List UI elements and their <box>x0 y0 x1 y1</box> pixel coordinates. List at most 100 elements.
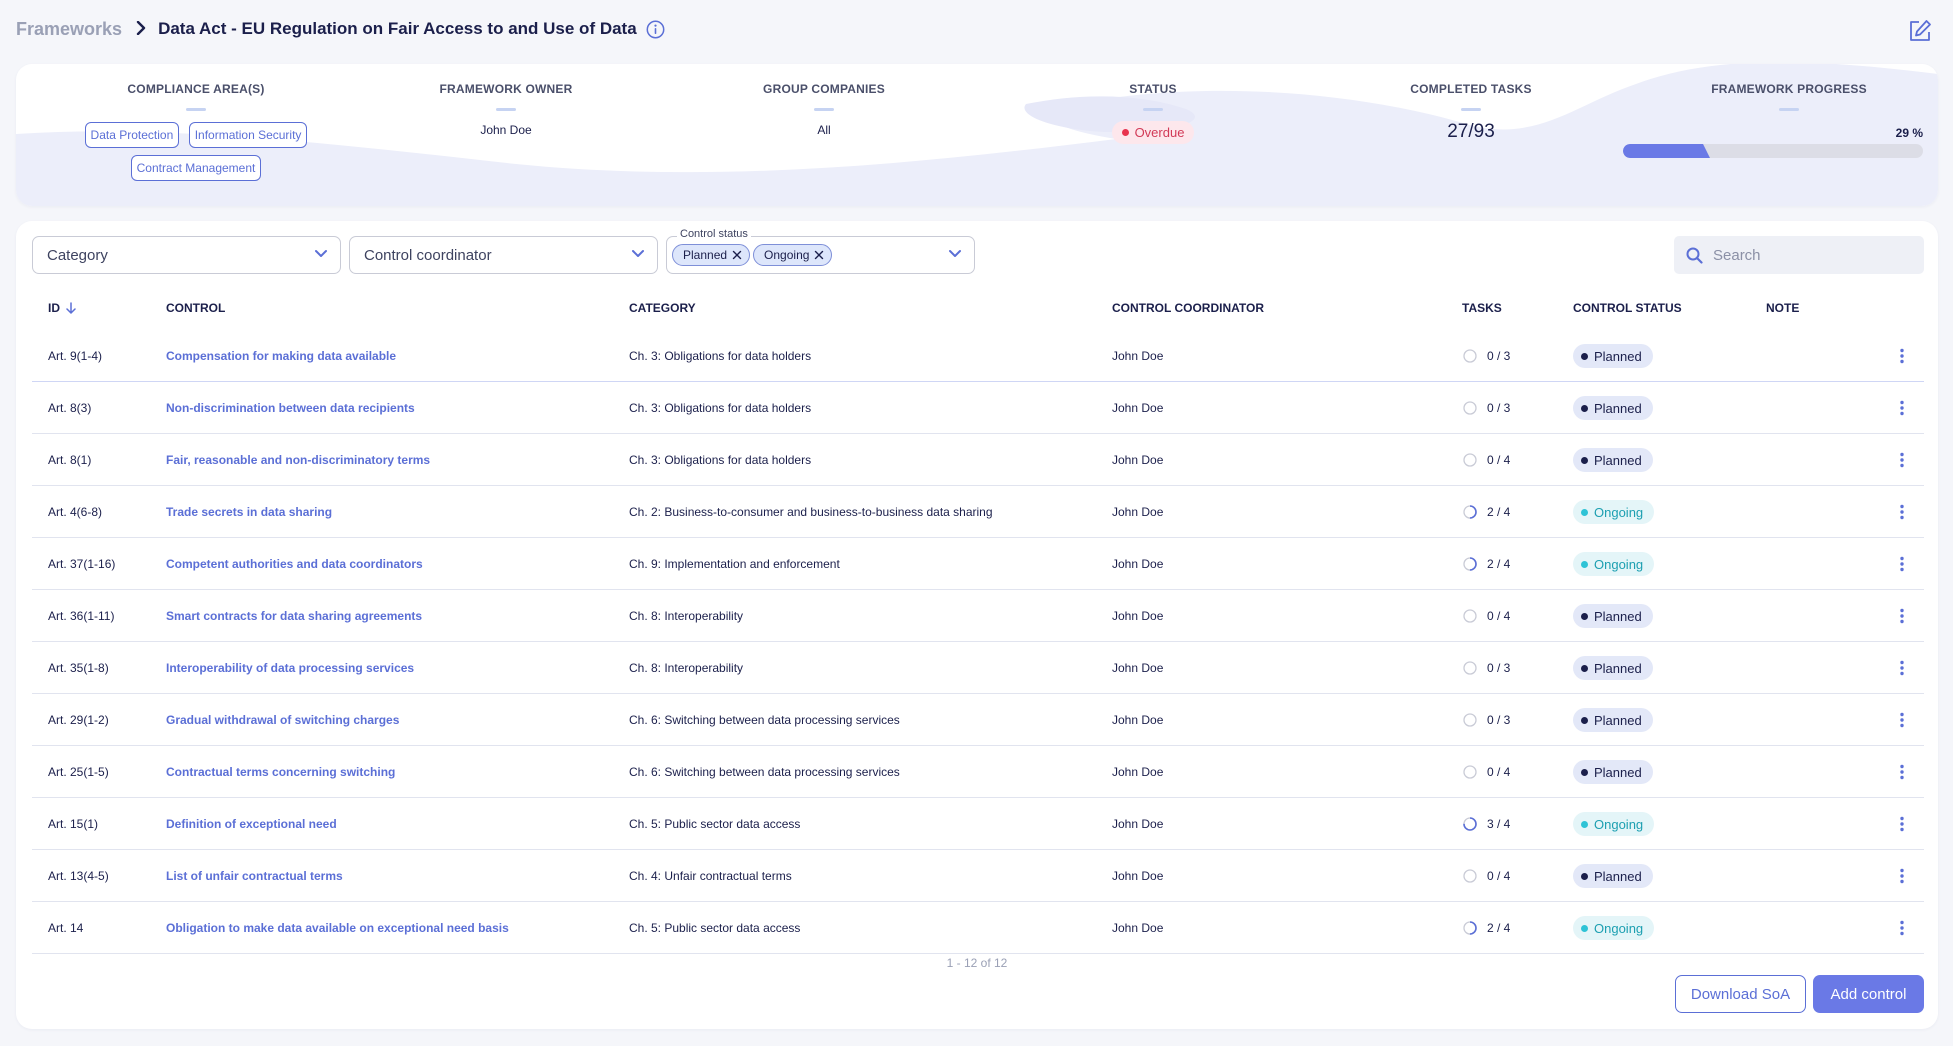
compliance-tag[interactable]: Data Protection <box>84 122 180 148</box>
control-status-filter[interactable]: Control status Planned Ongoing <box>666 228 975 274</box>
column-header-category[interactable]: CATEGORY <box>629 301 696 315</box>
status-badge: Ongoing <box>1573 552 1655 576</box>
control-coordinator: John Doe <box>1112 505 1164 519</box>
add-control-button[interactable]: Add control <box>1813 975 1924 1013</box>
control-link[interactable]: Obligation to make data available on exc… <box>166 902 509 954</box>
table-header: ID CONTROL CATEGORY CONTROL COORDINATOR … <box>32 301 1924 323</box>
more-vertical-icon[interactable] <box>1894 798 1910 850</box>
control-link[interactable]: Compensation for making data available <box>166 330 396 382</box>
control-id: Art. 8(1) <box>48 453 92 467</box>
table-row[interactable]: Art. 25(1-5) Contractual terms concerning… <box>32 746 1924 798</box>
info-icon[interactable] <box>646 20 665 39</box>
category-filter[interactable]: Category <box>32 236 341 274</box>
control-coordinator-filter[interactable]: Control coordinator <box>349 236 658 274</box>
control-coordinator: John Doe <box>1112 765 1164 779</box>
control-link[interactable]: Definition of exceptional need <box>166 798 337 850</box>
column-header-note[interactable]: NOTE <box>1766 301 1799 315</box>
status-badge: Planned <box>1573 708 1653 732</box>
column-header-status[interactable]: CONTROL STATUS <box>1573 301 1682 315</box>
column-header-control[interactable]: CONTROL <box>166 301 225 315</box>
completed-tasks: COMPLETED TASKS 27/93 <box>1371 82 1571 143</box>
more-vertical-icon[interactable] <box>1894 902 1910 954</box>
column-header-tasks[interactable]: TASKS <box>1462 301 1502 315</box>
table-row[interactable]: Art. 15(1) Definition of exceptional need… <box>32 798 1924 850</box>
compliance-tag[interactable]: Information Security <box>188 122 308 148</box>
status-dot-icon <box>1581 352 1588 360</box>
task-count: 0 / 4 <box>1487 869 1511 883</box>
control-link[interactable]: Trade secrets in data sharing <box>166 486 332 538</box>
arrow-down-icon[interactable] <box>66 302 76 314</box>
task-progress: 0 / 4 <box>1462 746 1510 798</box>
table-row[interactable]: Art. 29(1-2) Gradual withdrawal of switch… <box>32 694 1924 746</box>
close-icon[interactable] <box>732 250 742 260</box>
more-vertical-icon[interactable] <box>1894 434 1910 486</box>
control-category: Ch. 6: Switching between data processing… <box>629 765 900 779</box>
search-input[interactable] <box>1713 246 1903 264</box>
status-badge: Planned <box>1573 604 1653 628</box>
divider <box>496 108 516 111</box>
control-status: Planned <box>1573 642 1653 694</box>
control-link[interactable]: Smart contracts for data sharing agreeme… <box>166 590 422 642</box>
table-row[interactable]: Art. 8(3) Non-discrimination between data… <box>32 382 1924 434</box>
status-chip-ongoing[interactable]: Ongoing <box>753 244 833 266</box>
control-link[interactable]: Competent authorities and data coordinat… <box>166 538 423 590</box>
control-coordinator: John Doe <box>1112 609 1164 623</box>
more-vertical-icon[interactable] <box>1894 590 1910 642</box>
status-chip-planned[interactable]: Planned <box>672 244 751 266</box>
control-id: Art. 15(1) <box>48 817 99 831</box>
status-badge: Planned <box>1573 864 1653 888</box>
more-vertical-icon[interactable] <box>1894 538 1910 590</box>
task-progress-ring-icon <box>1463 557 1477 571</box>
more-vertical-icon[interactable] <box>1894 486 1910 538</box>
control-link[interactable]: Interoperability of data processing serv… <box>166 642 414 694</box>
status-dot-icon <box>1581 768 1588 776</box>
search-box[interactable] <box>1674 236 1924 274</box>
more-vertical-icon[interactable] <box>1894 642 1910 694</box>
column-header-coordinator[interactable]: CONTROL COORDINATOR <box>1112 301 1264 315</box>
group-companies-label: GROUP COMPANIES <box>763 82 885 96</box>
column-header-id[interactable]: ID <box>48 301 76 315</box>
more-vertical-icon[interactable] <box>1894 746 1910 798</box>
more-vertical-icon[interactable] <box>1894 850 1910 902</box>
control-status: Planned <box>1573 590 1653 642</box>
status-dot-icon <box>1581 612 1588 620</box>
table-row[interactable]: Art. 4(6-8) Trade secrets in data sharing… <box>32 486 1924 538</box>
task-progress: 3 / 4 <box>1462 798 1510 850</box>
control-link[interactable]: List of unfair contractual terms <box>166 850 343 902</box>
download-soa-button[interactable]: Download SoA <box>1675 975 1806 1013</box>
task-progress: 0 / 4 <box>1462 434 1510 486</box>
pagination-info: 1 - 12 of 12 <box>946 956 1008 970</box>
control-link[interactable]: Fair, reasonable and non-discriminatory … <box>166 434 430 486</box>
task-progress: 0 / 3 <box>1462 642 1510 694</box>
control-status: Planned <box>1573 694 1653 746</box>
edit-icon[interactable] <box>1907 18 1933 44</box>
status-badge-text: Planned <box>1594 452 1642 468</box>
compliance-tag[interactable]: Contract Management <box>130 155 262 181</box>
control-category: Ch. 8: Interoperability <box>629 609 744 623</box>
table-row[interactable]: Art. 13(4-5) List of unfair contractual t… <box>32 850 1924 902</box>
control-link[interactable]: Gradual withdrawal of switching charges <box>166 694 399 746</box>
close-icon[interactable] <box>814 250 824 260</box>
table-row[interactable]: Art. 14 Obligation to make data available… <box>32 902 1924 954</box>
more-vertical-icon[interactable] <box>1894 330 1910 382</box>
control-link[interactable]: Non-discrimination between data recipien… <box>166 382 415 434</box>
status-dot-icon <box>1581 872 1588 880</box>
table-row[interactable]: Art. 9(1-4) Compensation for making data … <box>32 330 1924 382</box>
breadcrumb-frameworks-link[interactable]: Frameworks <box>16 19 122 40</box>
control-coordinator: John Doe <box>1112 921 1164 935</box>
table-row[interactable]: Art. 35(1-8) Interoperability of data pro… <box>32 642 1924 694</box>
table-row[interactable]: Art. 36(1-11) Smart contracts for data sh… <box>32 590 1924 642</box>
more-vertical-icon[interactable] <box>1894 694 1910 746</box>
control-status: Planned <box>1573 330 1653 382</box>
control-category: Ch. 9: Implementation and enforcement <box>629 557 840 571</box>
status-badge: Ongoing <box>1573 812 1655 836</box>
divider <box>1461 108 1481 111</box>
framework-owner-label: FRAMEWORK OWNER <box>439 82 573 96</box>
table-row[interactable]: Art. 8(1) Fair, reasonable and non-discri… <box>32 434 1924 486</box>
more-vertical-icon[interactable] <box>1894 382 1910 434</box>
control-link[interactable]: Contractual terms concerning switching <box>166 746 395 798</box>
group-companies-value: All <box>817 123 831 137</box>
table-row[interactable]: Art. 37(1-16) Competent authorities and d… <box>32 538 1924 590</box>
progress-fill <box>1623 144 1710 158</box>
status-dot-icon <box>1581 664 1588 672</box>
